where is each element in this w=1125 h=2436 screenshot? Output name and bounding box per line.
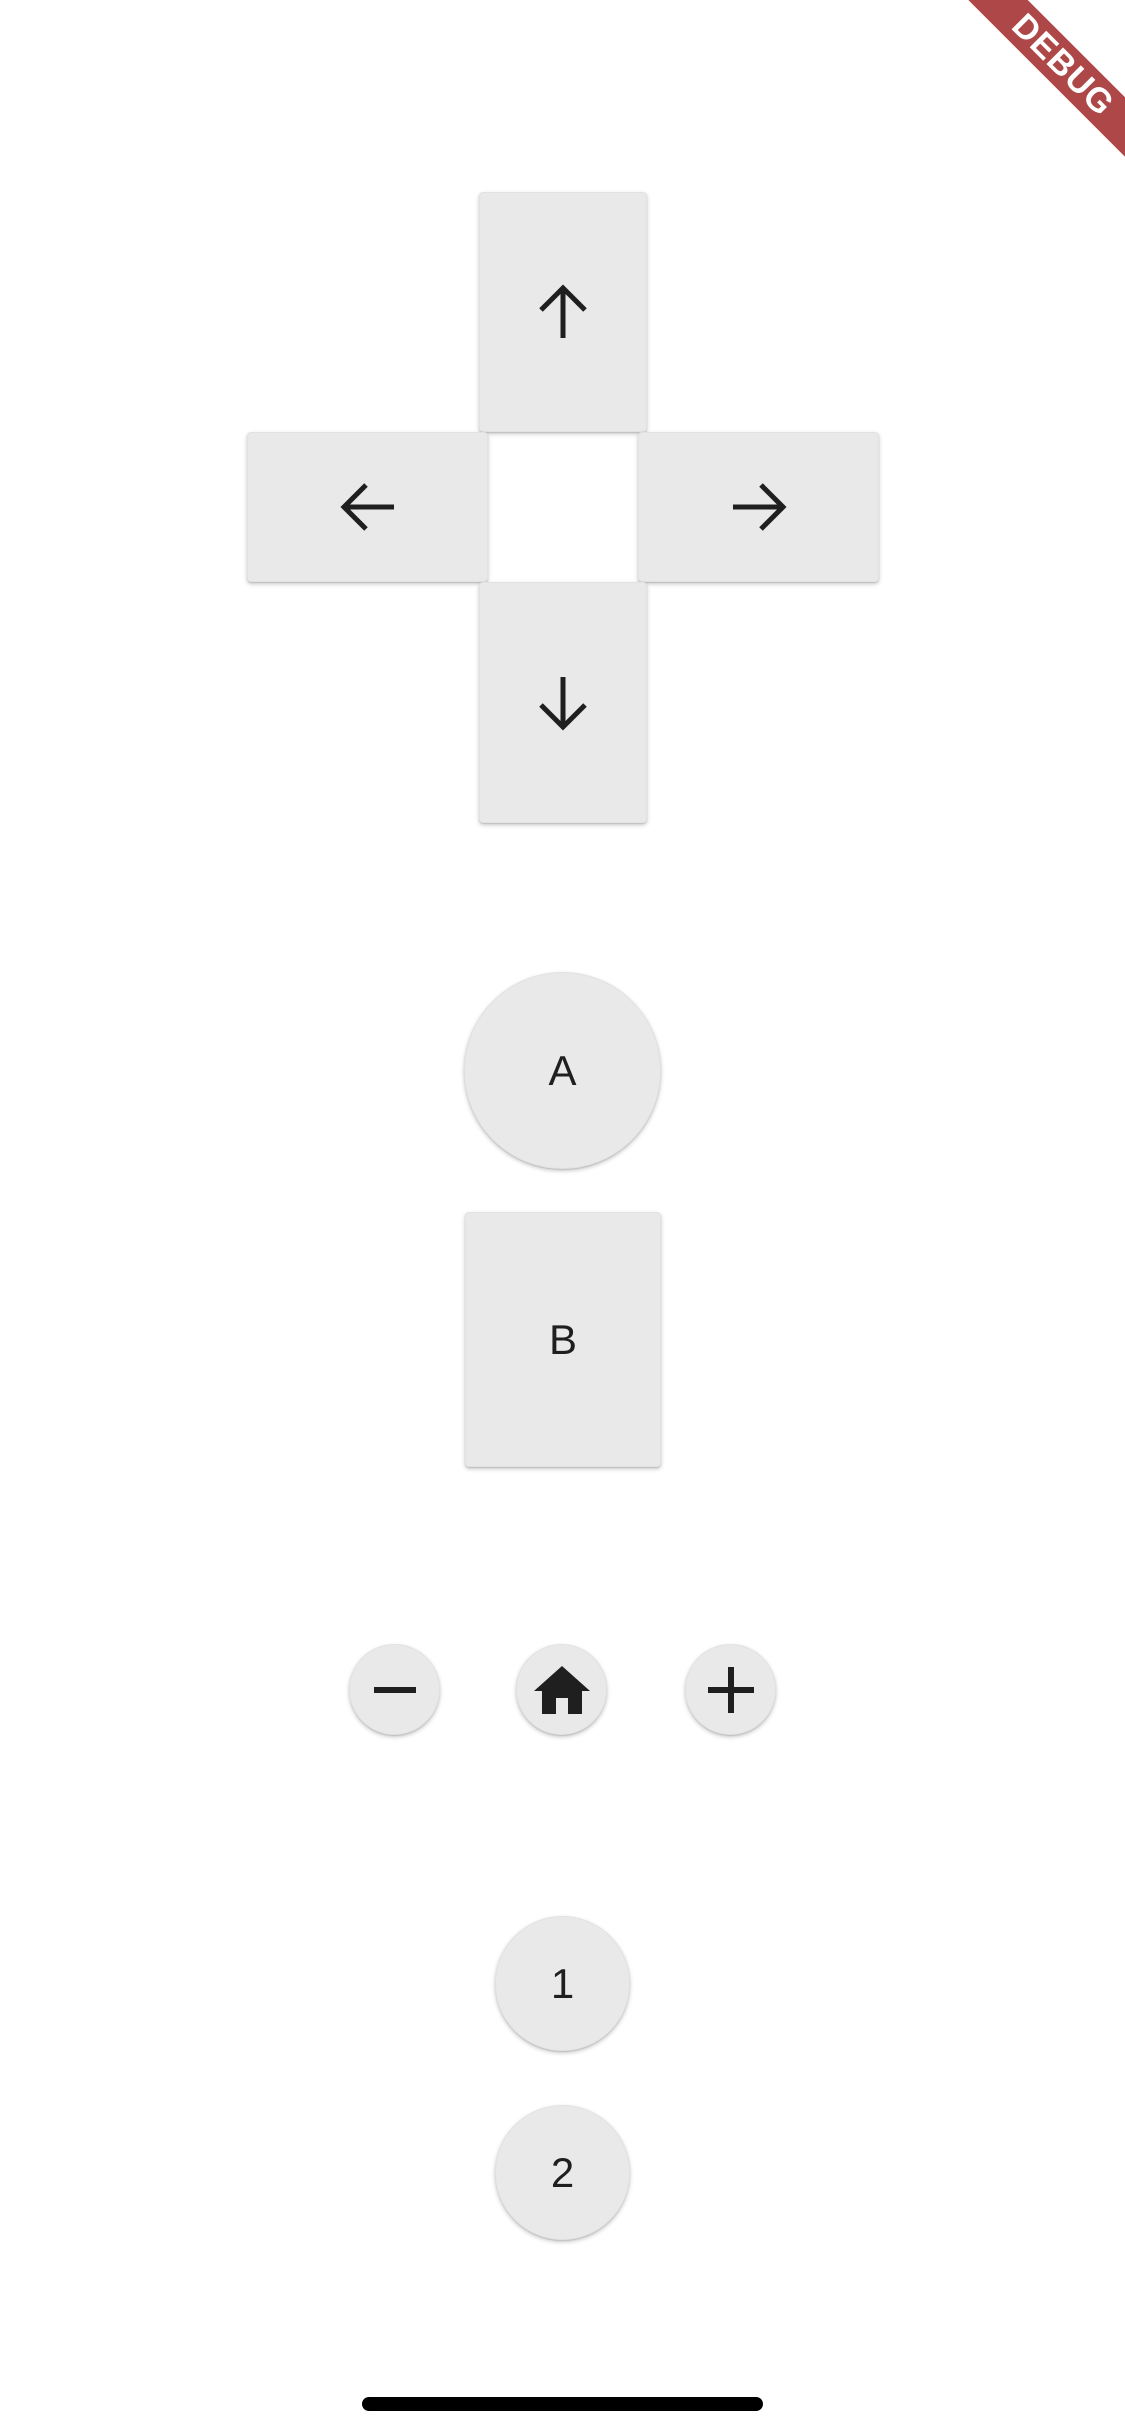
two-button-label: 2: [550, 2148, 575, 2196]
two-button[interactable]: 2: [495, 2105, 630, 2240]
home-icon: [533, 1665, 591, 1715]
dpad-right-button[interactable]: [638, 432, 879, 582]
arrow-up-icon: [537, 284, 589, 340]
plus-button[interactable]: [685, 1644, 776, 1735]
a-button[interactable]: A: [464, 972, 661, 1169]
one-button-label: 1: [550, 1959, 575, 2007]
dpad-down-button[interactable]: [479, 582, 647, 823]
arrow-left-icon: [339, 481, 396, 533]
dpad-up-button[interactable]: [479, 192, 647, 432]
b-button-label: B: [548, 1315, 577, 1363]
arrow-right-icon: [731, 481, 787, 533]
minus-icon: [373, 1668, 417, 1712]
one-button[interactable]: 1: [495, 1916, 630, 2051]
b-button[interactable]: B: [465, 1212, 661, 1467]
dpad-left-button[interactable]: [247, 432, 488, 582]
debug-banner-label: DEBUG: [956, 0, 1125, 172]
home-indicator[interactable]: [362, 2397, 763, 2411]
arrow-down-icon: [537, 675, 589, 731]
plus-icon: [707, 1666, 754, 1713]
home-button[interactable]: [516, 1644, 607, 1735]
minus-button[interactable]: [349, 1644, 440, 1735]
a-button-label: A: [548, 1046, 577, 1094]
debug-banner: DEBUG: [945, 0, 1125, 180]
